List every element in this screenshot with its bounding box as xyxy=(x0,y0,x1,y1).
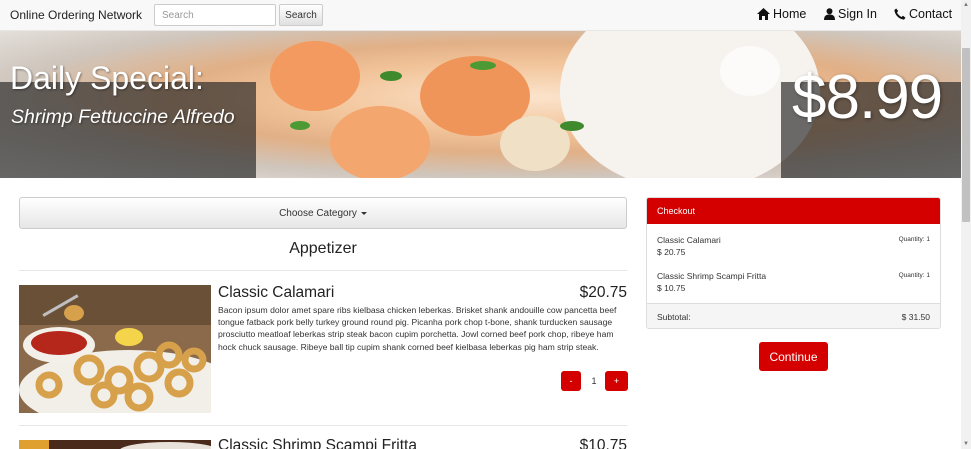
herb-shape xyxy=(290,121,310,130)
cart-item-price: $ 20.75 xyxy=(657,247,686,257)
nav-home-label: Home xyxy=(773,7,807,21)
cart-item-quantity: Quantity: 1 xyxy=(898,272,930,279)
shrimp-shape xyxy=(330,106,430,178)
nav-signin-label: Sign In xyxy=(838,7,877,21)
scroll-thumb[interactable] xyxy=(962,48,970,222)
nav-contact-label: Contact xyxy=(909,7,953,21)
navbar: Online Ordering Network Search Home Sign… xyxy=(0,0,961,31)
scroll-down-arrow-icon[interactable]: ▼ xyxy=(963,441,969,447)
checkout-title: Checkout xyxy=(657,206,696,216)
cart-item-name: Classic Calamari xyxy=(657,235,721,245)
scroll-up-arrow-icon[interactable]: ▲ xyxy=(963,2,969,8)
daily-special-title: Daily Special: xyxy=(10,60,204,96)
caret-down-icon xyxy=(360,211,367,215)
subtotal-row: Subtotal: $ 31.50 xyxy=(647,303,940,328)
continue-button[interactable]: Continue xyxy=(759,342,828,371)
shrimp-shape xyxy=(270,41,360,111)
item-name: Classic Calamari xyxy=(218,284,335,301)
nav-contact-link[interactable]: Contact xyxy=(894,7,952,21)
choose-category-dropdown[interactable]: Choose Category xyxy=(19,197,627,229)
checkout-header: Checkout xyxy=(647,198,940,224)
increase-quantity-button[interactable]: + xyxy=(605,371,628,391)
category-label: Choose Category xyxy=(279,207,357,219)
herb-shape xyxy=(560,121,584,131)
divider xyxy=(19,270,627,271)
nav-home-link[interactable]: Home xyxy=(757,7,806,21)
daily-special-price: $8.99 xyxy=(792,63,943,132)
cart-item-price: $ 10.75 xyxy=(657,283,686,293)
cart-item-quantity: Quantity: 1 xyxy=(898,236,930,243)
item-name: Classic Shrimp Scampi Fritta xyxy=(218,437,417,449)
quantity-value: 1 xyxy=(591,376,597,386)
phone-icon xyxy=(894,8,906,20)
brand-link[interactable]: Online Ordering Network xyxy=(10,8,142,22)
subtotal-value: $ 31.50 xyxy=(901,312,930,322)
calamari-photo xyxy=(19,285,211,413)
cart-item-name: Classic Shrimp Scampi Fritta xyxy=(657,271,767,281)
item-description: Bacon ipsum dolor amet spare ribs kielba… xyxy=(218,305,617,352)
plate-highlight xyxy=(720,46,780,96)
user-icon xyxy=(824,8,835,20)
search-input[interactable] xyxy=(154,4,276,26)
section-title: Appetizer xyxy=(289,240,357,257)
daily-special-dish: Shrimp Fettuccine Alfredo xyxy=(11,106,235,128)
shrimp-scampi-photo xyxy=(19,438,211,449)
herb-shape xyxy=(470,61,496,70)
page-scrollbar[interactable]: ▲ ▼ xyxy=(961,0,971,449)
item-price: $10.75 xyxy=(579,437,627,449)
item-price: $20.75 xyxy=(579,284,627,301)
divider xyxy=(19,425,627,426)
search-button[interactable]: Search xyxy=(279,4,323,26)
nav-signin-link[interactable]: Sign In xyxy=(824,7,877,21)
checkout-panel: Checkout Classic Calamari Quantity: 1 $ … xyxy=(646,197,941,329)
decrease-quantity-button[interactable]: - xyxy=(561,371,581,391)
herb-shape xyxy=(380,71,402,81)
home-icon xyxy=(757,8,770,20)
subtotal-label: Subtotal: xyxy=(657,312,691,322)
